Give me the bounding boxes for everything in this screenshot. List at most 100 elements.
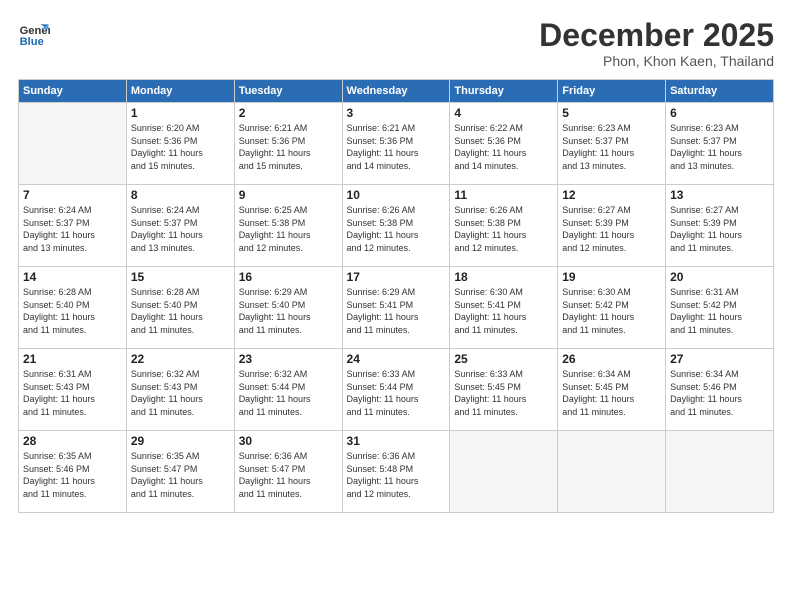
calendar-cell: 4 Sunrise: 6:22 AM Sunset: 5:36 PM Daylig… bbox=[450, 103, 558, 185]
day-number: 14 bbox=[23, 270, 122, 284]
calendar-cell: 21 Sunrise: 6:31 AM Sunset: 5:43 PM Dayli… bbox=[19, 349, 127, 431]
day-number: 20 bbox=[670, 270, 769, 284]
calendar-cell: 28 Sunrise: 6:35 AM Sunset: 5:46 PM Dayli… bbox=[19, 431, 127, 513]
day-number: 28 bbox=[23, 434, 122, 448]
calendar-cell: 13 Sunrise: 6:27 AM Sunset: 5:39 PM Dayli… bbox=[666, 185, 774, 267]
day-number: 18 bbox=[454, 270, 553, 284]
day-info: Sunrise: 6:32 AM Sunset: 5:43 PM Dayligh… bbox=[131, 368, 230, 418]
day-info: Sunrise: 6:29 AM Sunset: 5:40 PM Dayligh… bbox=[239, 286, 338, 336]
day-number: 1 bbox=[131, 106, 230, 120]
day-info: Sunrise: 6:26 AM Sunset: 5:38 PM Dayligh… bbox=[347, 204, 446, 254]
weekday-header-row: SundayMondayTuesdayWednesdayThursdayFrid… bbox=[19, 80, 774, 103]
day-number: 9 bbox=[239, 188, 338, 202]
logo: General Blue bbox=[18, 18, 50, 50]
weekday-tuesday: Tuesday bbox=[234, 80, 342, 103]
day-info: Sunrise: 6:20 AM Sunset: 5:36 PM Dayligh… bbox=[131, 122, 230, 172]
day-number: 21 bbox=[23, 352, 122, 366]
calendar-cell: 9Sunrise: 6:25 AM Sunset: 5:38 PM Daylig… bbox=[234, 185, 342, 267]
week-row-5: 28 Sunrise: 6:35 AM Sunset: 5:46 PM Dayli… bbox=[19, 431, 774, 513]
day-info: Sunrise: 6:21 AM Sunset: 5:36 PM Dayligh… bbox=[239, 122, 338, 172]
day-info: Sunrise: 6:33 AM Sunset: 5:45 PM Dayligh… bbox=[454, 368, 553, 418]
day-number: 25 bbox=[454, 352, 553, 366]
calendar-cell: 26Sunrise: 6:34 AM Sunset: 5:45 PM Dayli… bbox=[558, 349, 666, 431]
week-row-4: 21 Sunrise: 6:31 AM Sunset: 5:43 PM Dayli… bbox=[19, 349, 774, 431]
day-info: Sunrise: 6:36 AM Sunset: 5:47 PM Dayligh… bbox=[239, 450, 338, 500]
day-info: Sunrise: 6:33 AM Sunset: 5:44 PM Dayligh… bbox=[347, 368, 446, 418]
title-block: December 2025 Phon, Khon Kaen, Thailand bbox=[539, 18, 774, 69]
svg-text:Blue: Blue bbox=[20, 36, 44, 48]
weekday-wednesday: Wednesday bbox=[342, 80, 450, 103]
header: General Blue December 2025 Phon, Khon Ka… bbox=[18, 18, 774, 69]
weekday-saturday: Saturday bbox=[666, 80, 774, 103]
weekday-thursday: Thursday bbox=[450, 80, 558, 103]
day-info: Sunrise: 6:31 AM Sunset: 5:43 PM Dayligh… bbox=[23, 368, 122, 418]
day-info: Sunrise: 6:30 AM Sunset: 5:42 PM Dayligh… bbox=[562, 286, 661, 336]
calendar-cell: 10 Sunrise: 6:26 AM Sunset: 5:38 PM Dayli… bbox=[342, 185, 450, 267]
day-number: 13 bbox=[670, 188, 769, 202]
week-row-2: 7Sunrise: 6:24 AM Sunset: 5:37 PM Daylig… bbox=[19, 185, 774, 267]
logo-icon: General Blue bbox=[18, 18, 50, 50]
calendar-cell bbox=[666, 431, 774, 513]
calendar-cell: 6 Sunrise: 6:23 AM Sunset: 5:37 PM Daylig… bbox=[666, 103, 774, 185]
weekday-sunday: Sunday bbox=[19, 80, 127, 103]
weekday-friday: Friday bbox=[558, 80, 666, 103]
calendar-cell: 29Sunrise: 6:35 AM Sunset: 5:47 PM Dayli… bbox=[126, 431, 234, 513]
week-row-1: 1 Sunrise: 6:20 AM Sunset: 5:36 PM Daylig… bbox=[19, 103, 774, 185]
day-info: Sunrise: 6:35 AM Sunset: 5:46 PM Dayligh… bbox=[23, 450, 122, 500]
calendar-body: 1 Sunrise: 6:20 AM Sunset: 5:36 PM Daylig… bbox=[19, 103, 774, 513]
day-info: Sunrise: 6:22 AM Sunset: 5:36 PM Dayligh… bbox=[454, 122, 553, 172]
day-number: 5 bbox=[562, 106, 661, 120]
calendar-cell: 22 Sunrise: 6:32 AM Sunset: 5:43 PM Dayli… bbox=[126, 349, 234, 431]
day-info: Sunrise: 6:28 AM Sunset: 5:40 PM Dayligh… bbox=[131, 286, 230, 336]
calendar-cell: 5 Sunrise: 6:23 AM Sunset: 5:37 PM Daylig… bbox=[558, 103, 666, 185]
calendar-cell: 11 Sunrise: 6:26 AM Sunset: 5:38 PM Dayli… bbox=[450, 185, 558, 267]
calendar-cell: 16Sunrise: 6:29 AM Sunset: 5:40 PM Dayli… bbox=[234, 267, 342, 349]
day-number: 12 bbox=[562, 188, 661, 202]
day-info: Sunrise: 6:34 AM Sunset: 5:46 PM Dayligh… bbox=[670, 368, 769, 418]
calendar-cell: 14Sunrise: 6:28 AM Sunset: 5:40 PM Dayli… bbox=[19, 267, 127, 349]
calendar-cell: 31Sunrise: 6:36 AM Sunset: 5:48 PM Dayli… bbox=[342, 431, 450, 513]
day-number: 3 bbox=[347, 106, 446, 120]
day-info: Sunrise: 6:26 AM Sunset: 5:38 PM Dayligh… bbox=[454, 204, 553, 254]
calendar-cell: 30 Sunrise: 6:36 AM Sunset: 5:47 PM Dayli… bbox=[234, 431, 342, 513]
day-info: Sunrise: 6:24 AM Sunset: 5:37 PM Dayligh… bbox=[23, 204, 122, 254]
day-info: Sunrise: 6:27 AM Sunset: 5:39 PM Dayligh… bbox=[670, 204, 769, 254]
day-info: Sunrise: 6:29 AM Sunset: 5:41 PM Dayligh… bbox=[347, 286, 446, 336]
calendar-cell bbox=[450, 431, 558, 513]
calendar-cell: 15 Sunrise: 6:28 AM Sunset: 5:40 PM Dayli… bbox=[126, 267, 234, 349]
day-number: 15 bbox=[131, 270, 230, 284]
day-number: 22 bbox=[131, 352, 230, 366]
day-number: 4 bbox=[454, 106, 553, 120]
day-number: 10 bbox=[347, 188, 446, 202]
calendar-cell bbox=[19, 103, 127, 185]
calendar-cell: 12 Sunrise: 6:27 AM Sunset: 5:39 PM Dayli… bbox=[558, 185, 666, 267]
calendar-table: SundayMondayTuesdayWednesdayThursdayFrid… bbox=[18, 79, 774, 513]
calendar-cell: 25 Sunrise: 6:33 AM Sunset: 5:45 PM Dayli… bbox=[450, 349, 558, 431]
day-info: Sunrise: 6:32 AM Sunset: 5:44 PM Dayligh… bbox=[239, 368, 338, 418]
day-info: Sunrise: 6:23 AM Sunset: 5:37 PM Dayligh… bbox=[562, 122, 661, 172]
day-number: 8 bbox=[131, 188, 230, 202]
calendar-cell: 1 Sunrise: 6:20 AM Sunset: 5:36 PM Daylig… bbox=[126, 103, 234, 185]
calendar-cell: 7Sunrise: 6:24 AM Sunset: 5:37 PM Daylig… bbox=[19, 185, 127, 267]
day-number: 2 bbox=[239, 106, 338, 120]
day-info: Sunrise: 6:24 AM Sunset: 5:37 PM Dayligh… bbox=[131, 204, 230, 254]
day-info: Sunrise: 6:27 AM Sunset: 5:39 PM Dayligh… bbox=[562, 204, 661, 254]
calendar-cell bbox=[558, 431, 666, 513]
location: Phon, Khon Kaen, Thailand bbox=[539, 53, 774, 69]
day-number: 27 bbox=[670, 352, 769, 366]
day-info: Sunrise: 6:23 AM Sunset: 5:37 PM Dayligh… bbox=[670, 122, 769, 172]
day-number: 11 bbox=[454, 188, 553, 202]
calendar-cell: 23Sunrise: 6:32 AM Sunset: 5:44 PM Dayli… bbox=[234, 349, 342, 431]
calendar-cell: 20 Sunrise: 6:31 AM Sunset: 5:42 PM Dayli… bbox=[666, 267, 774, 349]
calendar-cell: 8 Sunrise: 6:24 AM Sunset: 5:37 PM Daylig… bbox=[126, 185, 234, 267]
day-info: Sunrise: 6:34 AM Sunset: 5:45 PM Dayligh… bbox=[562, 368, 661, 418]
calendar-cell: 3Sunrise: 6:21 AM Sunset: 5:36 PM Daylig… bbox=[342, 103, 450, 185]
calendar-cell: 27 Sunrise: 6:34 AM Sunset: 5:46 PM Dayli… bbox=[666, 349, 774, 431]
calendar-cell: 24Sunrise: 6:33 AM Sunset: 5:44 PM Dayli… bbox=[342, 349, 450, 431]
day-number: 30 bbox=[239, 434, 338, 448]
day-info: Sunrise: 6:31 AM Sunset: 5:42 PM Dayligh… bbox=[670, 286, 769, 336]
day-number: 29 bbox=[131, 434, 230, 448]
calendar-page: General Blue December 2025 Phon, Khon Ka… bbox=[0, 0, 792, 612]
calendar-cell: 17Sunrise: 6:29 AM Sunset: 5:41 PM Dayli… bbox=[342, 267, 450, 349]
day-number: 6 bbox=[670, 106, 769, 120]
